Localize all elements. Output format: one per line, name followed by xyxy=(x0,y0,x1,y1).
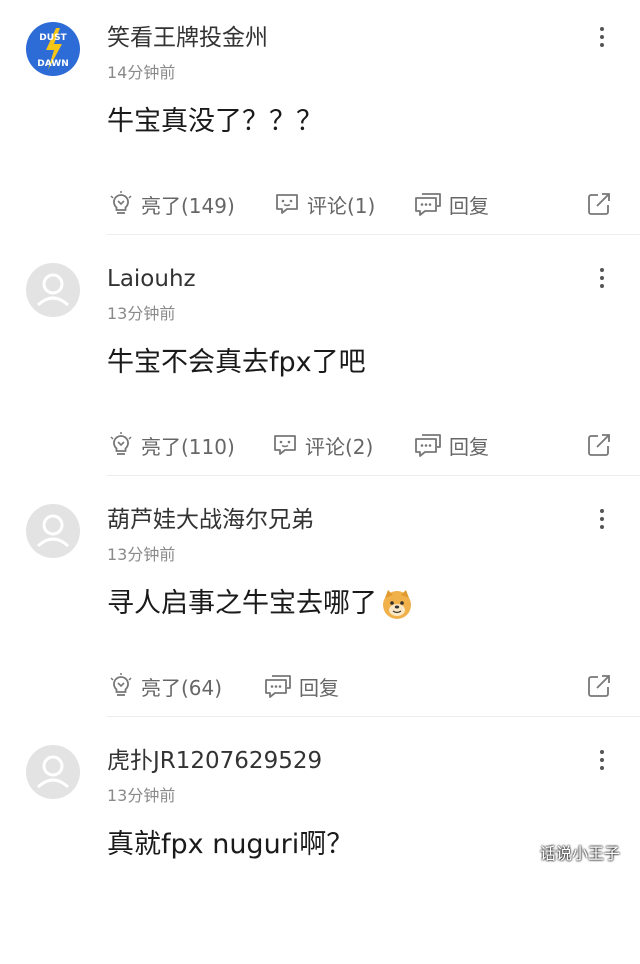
reply-button[interactable]: 回复 xyxy=(263,668,339,704)
timestamp: 13分钟前 xyxy=(107,304,176,323)
comment-text: 真就fpx nuguri啊？ xyxy=(107,825,353,865)
reply-button[interactable]: 回复 xyxy=(413,427,489,463)
doge-emoji-icon xyxy=(383,590,411,619)
comment-text-body: 牛宝不会真去fpx了吧 xyxy=(107,347,366,378)
like-count: 亮了(149) xyxy=(141,193,235,218)
comment-count: 评论(1) xyxy=(307,193,376,218)
share-icon xyxy=(588,434,610,456)
comment-text: 牛宝不会真去fpx了吧 xyxy=(107,343,366,383)
timestamp: 13分钟前 xyxy=(107,545,176,564)
comment-text: 牛宝真没了？？？ xyxy=(107,102,323,142)
reply-bubbles-icon xyxy=(415,193,441,216)
comment-text-body: 牛宝真没了？？？ xyxy=(107,106,323,137)
action-bar: 亮了(64) 回复 xyxy=(107,668,617,704)
username[interactable]: 虎扑JR1207629529 xyxy=(107,745,322,777)
avatar[interactable]: DUST DAWN xyxy=(26,22,80,76)
comment-bubble-icon xyxy=(276,194,298,214)
default-avatar-icon xyxy=(36,514,70,548)
avatar[interactable] xyxy=(26,263,80,317)
reply-label: 回复 xyxy=(449,193,489,218)
action-bar: 亮了(110) 评论(2) 回复 xyxy=(107,427,617,463)
comment-text: 寻人启事之牛宝去哪了 xyxy=(107,584,413,624)
default-avatar-icon xyxy=(36,755,70,789)
more-options-icon[interactable] xyxy=(590,263,614,293)
avatar-text-bottom: DAWN xyxy=(37,59,69,69)
avatar[interactable] xyxy=(26,745,80,799)
comment-count: 评论(2) xyxy=(305,434,374,459)
divider xyxy=(107,716,640,717)
action-bar: 亮了(149) 评论(1) 回复 xyxy=(107,186,617,222)
comment-button[interactable]: 评论(2) xyxy=(271,427,373,463)
like-count: 亮了(64) xyxy=(141,675,223,700)
lightbulb-icon xyxy=(110,673,132,696)
comment-bubble-icon xyxy=(274,435,296,455)
share-button[interactable] xyxy=(585,427,619,463)
comment-item: Laiouhz 13分钟前 牛宝不会真去fpx了吧 亮了(110) 评论(2) … xyxy=(0,241,640,482)
watermark: 话说小王子 xyxy=(540,844,621,863)
timestamp: 14分钟前 xyxy=(107,63,176,82)
comment-text-body: 真就fpx nuguri啊？ xyxy=(107,829,354,860)
lightbulb-icon xyxy=(110,432,132,455)
like-button[interactable]: 亮了(110) xyxy=(107,427,235,463)
comment-text-body: 寻人启事之牛宝去哪了 xyxy=(107,588,377,619)
avatar[interactable] xyxy=(26,504,80,558)
avatar-logo: DUST DAWN xyxy=(37,28,69,70)
comment-item: DUST DAWN 笑看王牌投金州 14分钟前 牛宝真没了？？？ 亮了(149) xyxy=(0,0,640,241)
reply-label: 回复 xyxy=(449,434,489,459)
like-button[interactable]: 亮了(149) xyxy=(107,186,235,222)
username[interactable]: 笑看王牌投金州 xyxy=(107,22,268,54)
more-options-icon[interactable] xyxy=(590,22,614,52)
share-button[interactable] xyxy=(585,668,619,704)
share-icon xyxy=(588,675,610,697)
timestamp: 13分钟前 xyxy=(107,786,176,805)
like-count: 亮了(110) xyxy=(141,434,235,459)
reply-button[interactable]: 回复 xyxy=(413,186,489,222)
comment-button[interactable]: 评论(1) xyxy=(273,186,375,222)
divider xyxy=(107,475,640,476)
reply-label: 回复 xyxy=(299,675,339,700)
like-button[interactable]: 亮了(64) xyxy=(107,668,222,704)
username[interactable]: Laiouhz xyxy=(107,263,196,295)
divider xyxy=(107,234,640,235)
more-options-icon[interactable] xyxy=(590,745,614,775)
avatar-text-top: DUST xyxy=(39,33,67,43)
reply-bubbles-icon xyxy=(265,675,291,698)
share-icon xyxy=(588,193,610,215)
lightbulb-icon xyxy=(110,191,132,214)
default-avatar-icon xyxy=(36,273,70,307)
reply-bubbles-icon xyxy=(415,434,441,457)
more-options-icon[interactable] xyxy=(590,504,614,534)
share-button[interactable] xyxy=(585,186,619,222)
comment-item: 葫芦娃大战海尔兄弟 13分钟前 寻人启事之牛宝去哪了 亮了(64) 回复 xyxy=(0,482,640,723)
username[interactable]: 葫芦娃大战海尔兄弟 xyxy=(107,504,314,536)
